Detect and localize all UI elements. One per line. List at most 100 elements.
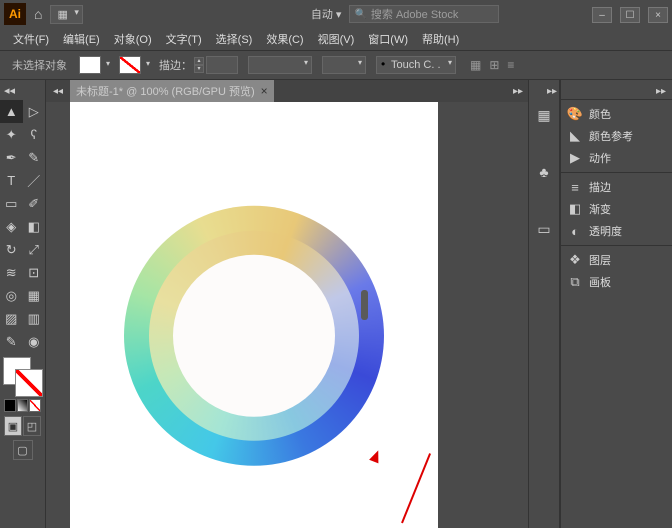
toolbox-header[interactable]: ◂◂	[0, 84, 45, 100]
minimize-button[interactable]: –	[592, 7, 612, 23]
shaper-tool[interactable]: ◈	[0, 215, 23, 238]
fill-swatch[interactable]	[79, 56, 101, 74]
line-tool[interactable]: ／	[23, 169, 46, 192]
control-bar: 未选择对象 描边： ▴▾ Touch C. . ▦ ⊞ ≡	[0, 50, 672, 80]
tab-expand-right-icon[interactable]: ▸▸	[508, 86, 528, 97]
panel-color-guide[interactable]: ◣颜色参考	[561, 125, 672, 147]
menu-select[interactable]: 选择(S)	[209, 28, 260, 50]
stroke-weight-input[interactable]	[206, 56, 238, 74]
document-area: ◂◂ 未标题-1* @ 100% (RGB/GPU 预览) × ▸▸	[46, 80, 528, 528]
gradient-icon: ◧	[567, 201, 583, 217]
draw-behind[interactable]: ◰	[23, 416, 41, 436]
title-bar: Ai ⌂ ▦ 自动 搜索 Adobe Stock – ☐ ×	[0, 0, 672, 28]
change-screen-mode[interactable]: ▢	[0, 438, 45, 462]
shape-builder-tool[interactable]: ◎	[0, 284, 23, 307]
color-mode-row	[0, 397, 45, 414]
style-dropdown[interactable]	[322, 56, 366, 74]
free-transform-tool[interactable]: ⊡	[23, 261, 46, 284]
menu-view[interactable]: 视图(V)	[311, 28, 362, 50]
blend-tool[interactable]: ◉	[23, 330, 46, 353]
document-tab-title: 未标题-1* @ 100% (RGB/GPU 预览)	[76, 83, 255, 99]
stroke-weight-stepper[interactable]: ▴▾	[194, 57, 204, 73]
mesh-tool[interactable]: ▨	[0, 307, 23, 330]
direct-selection-tool[interactable]: ▷	[23, 100, 46, 123]
home-icon[interactable]: ⌂	[34, 6, 42, 22]
width-tool[interactable]: ≋	[0, 261, 23, 284]
artboards-icon: ⧉	[567, 274, 583, 290]
align-icon[interactable]: ▦	[470, 58, 481, 72]
app-logo: Ai	[4, 3, 26, 25]
type-tool[interactable]: T	[0, 169, 23, 192]
tab-close-icon[interactable]: ×	[261, 84, 268, 98]
draw-normal[interactable]: ▣	[4, 416, 22, 436]
rectangle-tool[interactable]: ▭	[0, 192, 23, 215]
menu-help[interactable]: 帮助(H)	[415, 28, 466, 50]
layers-icon: ❖	[567, 252, 583, 268]
screen-mode-row: ▣ ◰	[0, 414, 45, 438]
perspective-tool[interactable]: ▦	[23, 284, 46, 307]
search-input[interactable]: 搜索 Adobe Stock	[349, 5, 499, 23]
paintbrush-tool[interactable]: ✐	[23, 192, 46, 215]
panel-stroke[interactable]: ≡描边	[561, 176, 672, 198]
eyedropper-tool[interactable]: ✎	[0, 330, 23, 353]
panel-actions[interactable]: ▶动作	[561, 147, 672, 169]
scale-tool[interactable]: ⤢	[23, 238, 46, 261]
dock-document-icon[interactable]: ▭	[531, 216, 557, 242]
panel-artboards[interactable]: ⧉画板	[561, 271, 672, 293]
options-icon[interactable]: ≡	[507, 58, 514, 72]
panel-color[interactable]: 🎨颜色	[561, 103, 672, 125]
stroke-label: 描边：	[159, 57, 192, 73]
arrange-documents-dropdown[interactable]: ▦	[50, 5, 82, 24]
panel-collapse-icon[interactable]: ▸▸	[561, 84, 672, 99]
stroke-swatch[interactable]	[119, 56, 141, 74]
eraser-tool[interactable]: ◧	[23, 215, 46, 238]
color-guide-icon: ◣	[567, 128, 583, 144]
tab-strip: ◂◂ 未标题-1* @ 100% (RGB/GPU 预览) × ▸▸	[46, 80, 528, 102]
menu-effect[interactable]: 效果(C)	[259, 28, 310, 50]
dock-properties-icon[interactable]: ▦	[531, 102, 557, 128]
toolbox: ◂◂ ▲▷ ✦ʕ ✒✎ T／ ▭✐ ◈◧ ↻⤢ ≋⊡ ◎▦ ▨▥ ✎◉ ▣ ◰ …	[0, 80, 46, 528]
curvature-tool[interactable]: ✎	[23, 146, 46, 169]
panel-layers[interactable]: ❖图层	[561, 249, 672, 271]
menu-bar: 文件(F) 编辑(E) 对象(O) 文字(T) 选择(S) 效果(C) 视图(V…	[0, 28, 672, 50]
menu-object[interactable]: 对象(O)	[107, 28, 159, 50]
panel-column: ▸▸ 🎨颜色 ◣颜色参考 ▶动作 ≡描边 ◧渐变 ◐透明度 ❖图层 ⧉画板	[560, 80, 672, 528]
artwork-ring	[124, 206, 384, 466]
magic-wand-tool[interactable]: ✦	[0, 123, 23, 146]
dock-libraries-icon[interactable]: ♣	[531, 159, 557, 185]
tab-expand-icon[interactable]: ◂◂	[46, 86, 70, 97]
color-mode-gradient[interactable]	[17, 399, 29, 412]
menu-window[interactable]: 窗口(W)	[361, 28, 415, 50]
panel-drag-handle[interactable]	[361, 290, 368, 320]
stroke-section: 描边： ▴▾	[159, 56, 238, 74]
menu-file[interactable]: 文件(F)	[6, 28, 56, 50]
profile-dropdown[interactable]	[248, 56, 312, 74]
rotate-tool[interactable]: ↻	[0, 238, 23, 261]
close-button[interactable]: ×	[648, 7, 668, 23]
color-mode-none[interactable]	[29, 399, 41, 412]
maximize-button[interactable]: ☐	[620, 7, 640, 23]
selection-tool[interactable]: ▲	[0, 100, 23, 123]
document-tab[interactable]: 未标题-1* @ 100% (RGB/GPU 预览) ×	[70, 80, 274, 102]
menu-type[interactable]: 文字(T)	[159, 28, 209, 50]
lasso-tool[interactable]: ʕ	[23, 123, 46, 146]
play-icon: ▶	[567, 150, 583, 166]
dock-expand-icon[interactable]: ▸▸	[545, 84, 559, 99]
transparency-icon: ◐	[567, 224, 583, 239]
canvas[interactable]	[70, 102, 438, 528]
color-mode-solid[interactable]	[4, 399, 16, 412]
fill-stroke-indicator[interactable]	[3, 357, 43, 397]
control-tail-icons: ▦ ⊞ ≡	[470, 58, 514, 72]
panel-transparency[interactable]: ◐透明度	[561, 220, 672, 242]
window-controls: – ☐ ×	[592, 5, 668, 23]
brush-dropdown[interactable]: Touch C. .	[376, 56, 456, 74]
workspace-switcher[interactable]: 自动	[311, 6, 342, 22]
stroke-box[interactable]	[15, 369, 43, 397]
pen-tool[interactable]: ✒	[0, 146, 23, 169]
panel-gradient[interactable]: ◧渐变	[561, 198, 672, 220]
menu-edit[interactable]: 编辑(E)	[56, 28, 107, 50]
collapsed-dock: ▸▸ ▦ ♣ ▭	[528, 80, 560, 528]
workspace: ◂◂ ▲▷ ✦ʕ ✒✎ T／ ▭✐ ◈◧ ↻⤢ ≋⊡ ◎▦ ▨▥ ✎◉ ▣ ◰ …	[0, 80, 672, 528]
transform-icon[interactable]: ⊞	[489, 58, 499, 72]
gradient-tool[interactable]: ▥	[23, 307, 46, 330]
